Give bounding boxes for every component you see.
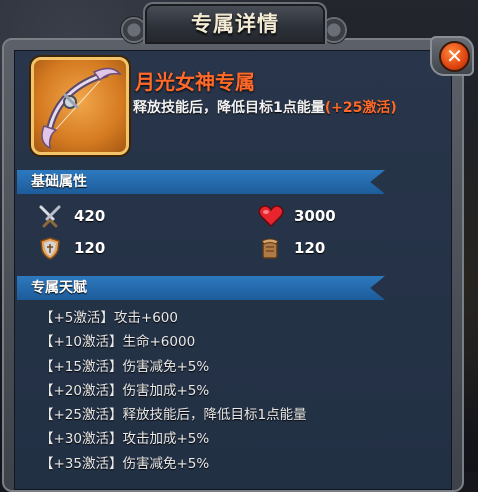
talent-level: +15激活: [53, 358, 110, 375]
talent-effect: 攻击+600: [113, 310, 178, 326]
attack-value: 420: [74, 207, 106, 225]
stat-attack: 420: [38, 204, 105, 228]
talent-level: +35激活: [53, 455, 110, 472]
item-bonus: (+25激活): [324, 100, 397, 116]
defense-value: 120: [74, 239, 106, 257]
talent-item: 【+20激活】伤害加成+5%: [40, 382, 210, 399]
talent-item: 【+15激活】伤害减免+5%: [40, 358, 210, 375]
item-name: 月光女神专属: [135, 70, 255, 94]
section-header-exclusive-talents: 专属天赋: [17, 276, 385, 300]
scroll-icon: [258, 236, 282, 260]
talent-effect: 伤害减免+5%: [122, 358, 210, 375]
bow-icon: [31, 57, 129, 155]
talent-item: 【+30激活】攻击加成+5%: [40, 431, 210, 448]
talent-effect: 攻击加成+5%: [122, 431, 210, 448]
item-description-text: 释放技能后，降低目标1点能量: [133, 100, 325, 116]
shield-icon: [38, 236, 62, 260]
talent-effect: 生命+6000: [122, 334, 196, 351]
talent-effect: 伤害加成+5%: [122, 382, 210, 399]
crossed-swords-icon: [38, 204, 62, 228]
talent-level: +25激活: [53, 407, 110, 424]
talent-item: 【+5激活】攻击+600: [40, 310, 178, 326]
stat-resistance: 120: [258, 236, 325, 260]
talent-level: +30激活: [53, 431, 110, 448]
talent-item: 【+25激活】释放技能后，降低目标1点能量: [40, 407, 307, 424]
talent-effect: 释放技能后，降低目标1点能量: [122, 407, 307, 424]
hp-value: 3000: [294, 207, 336, 225]
talent-item: 【+35激活】伤害减免+5%: [40, 455, 210, 472]
stat-hp: 3000: [258, 204, 336, 228]
window-title: 专属详情: [143, 2, 327, 44]
talent-level: +5激活: [53, 310, 101, 326]
resistance-value: 120: [294, 239, 326, 257]
close-icon[interactable]: ✕: [439, 41, 470, 72]
item-description: 释放技能后，降低目标1点能量(+25激活): [133, 97, 397, 117]
talent-level: +10激活: [53, 334, 110, 351]
section-header-base-attributes: 基础属性: [17, 170, 385, 194]
talent-list: 【+5激活】攻击+600 【+10激活】生命+6000 【+15激活】伤害减免+…: [40, 306, 307, 476]
talent-effect: 伤害减免+5%: [122, 455, 210, 472]
heart-icon: [258, 204, 284, 228]
talent-level: +20激活: [53, 382, 110, 399]
close-button[interactable]: ✕: [430, 36, 474, 76]
talent-item: 【+10激活】生命+6000: [40, 334, 196, 351]
stat-defense: 120: [38, 236, 105, 260]
